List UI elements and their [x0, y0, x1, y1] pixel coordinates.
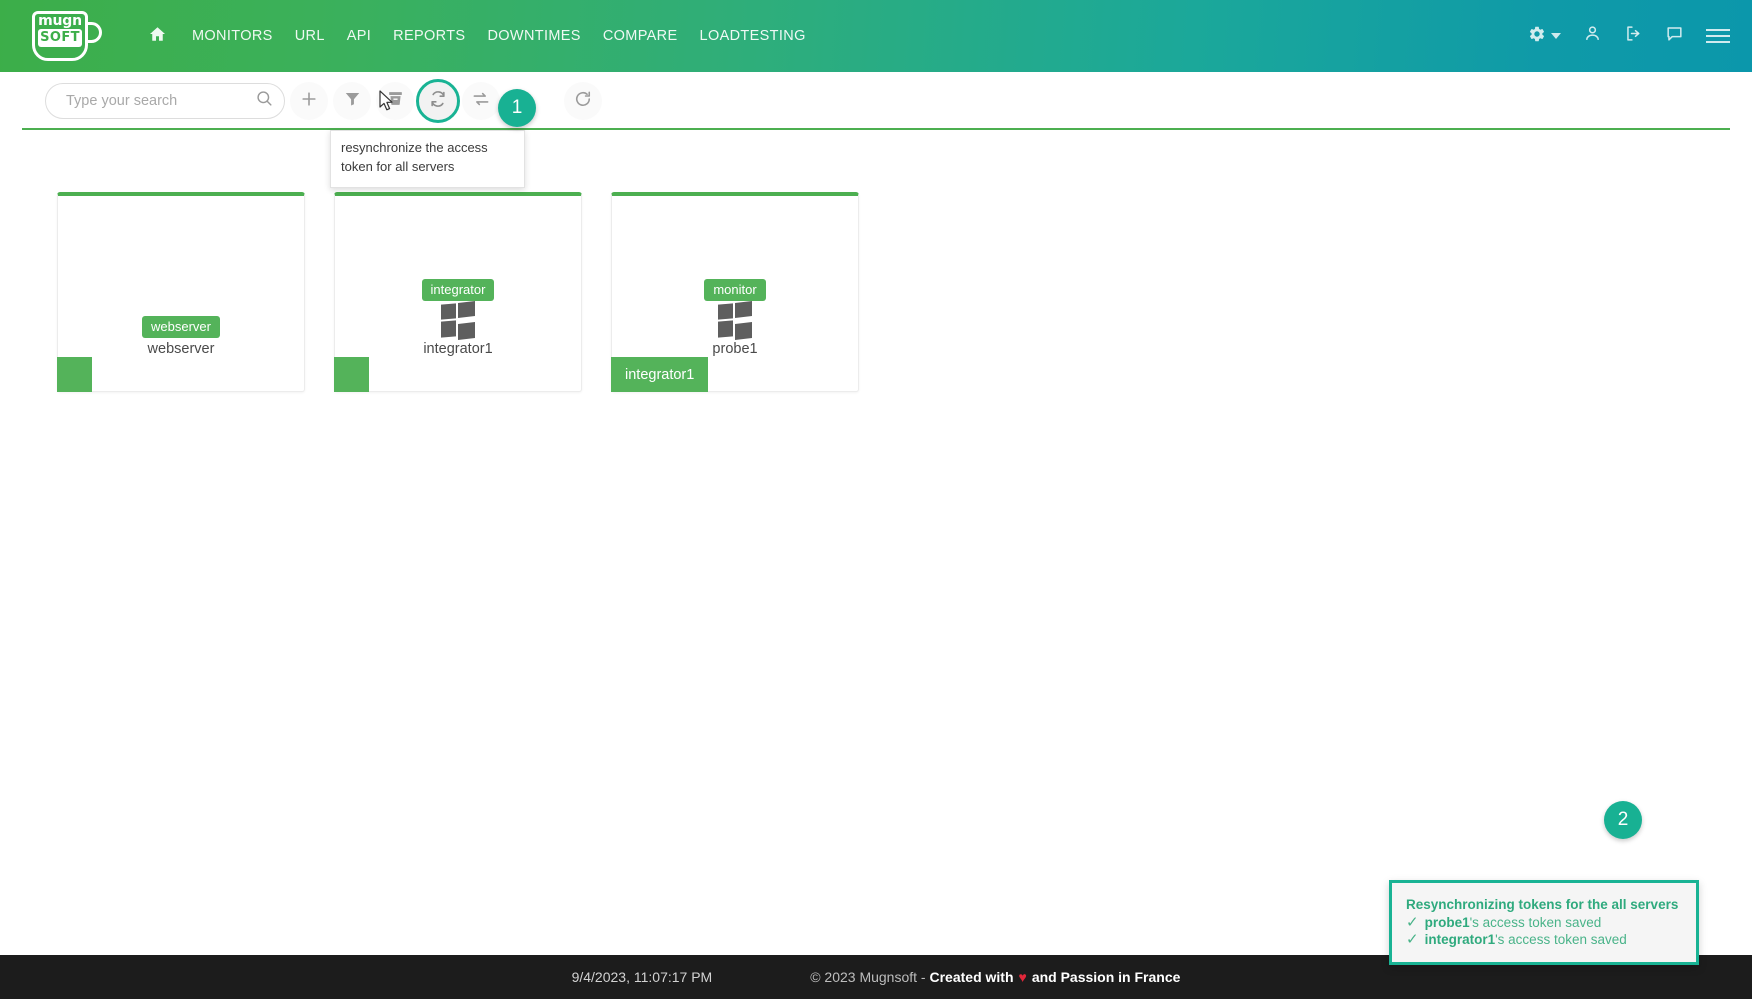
resync-token-icon: [428, 89, 448, 114]
server-cards-grid: webserver webserver integrator integrato…: [0, 150, 1752, 450]
main-navigation: MONITORS URL API REPORTS DOWNTIMES COMPA…: [138, 22, 817, 50]
app-header: mugn SOFT MONITORS URL API REPORTS DOWNT…: [0, 0, 1752, 72]
header-actions: [1528, 24, 1730, 48]
logout-icon: [1624, 24, 1643, 48]
nav-api[interactable]: API: [336, 22, 382, 50]
chat-icon: [1665, 24, 1684, 48]
nav-url[interactable]: URL: [284, 22, 336, 50]
chevron-down-icon: [1551, 33, 1561, 39]
windows-icon: [441, 300, 475, 341]
funnel-icon: [343, 89, 362, 113]
toolbar-divider: [22, 128, 1730, 130]
toolbar: [0, 72, 1752, 130]
card-content: integrator integrator1: [335, 196, 581, 391]
step-badge-2: 2: [1604, 801, 1642, 839]
search-input[interactable]: [64, 92, 255, 110]
toast-server-name: probe1: [1424, 915, 1470, 930]
server-card-webserver[interactable]: webserver webserver: [57, 192, 305, 392]
nav-monitors[interactable]: MONITORS: [181, 22, 284, 50]
nav-reports[interactable]: REPORTS: [382, 22, 476, 50]
nav-compare[interactable]: COMPARE: [592, 22, 689, 50]
step-badge-1: 1: [498, 89, 536, 127]
settings-dropdown-button[interactable]: [1528, 25, 1561, 48]
card-tag: webserver: [142, 316, 220, 338]
card-name: webserver: [147, 341, 215, 357]
footer-copyright-prefix: © 2023 Mugnsoft -: [810, 969, 930, 985]
hamburger-menu-button[interactable]: [1706, 29, 1730, 43]
hamburger-menu-icon: [1706, 29, 1730, 43]
card-tag: monitor: [704, 279, 766, 301]
footer-copyright: © 2023 Mugnsoft - Created with ♥ and Passi…: [810, 969, 1180, 985]
resync-tooltip: resynchronize the access token for all s…: [330, 130, 525, 188]
toast-notification[interactable]: Resynchronizing tokens for the all serve…: [1389, 880, 1699, 965]
footer-timestamp: 9/4/2023, 11:07:17 PM: [571, 969, 713, 985]
refresh-icon: [573, 89, 593, 114]
messages-button[interactable]: [1665, 24, 1684, 48]
logo-mug-handle: [85, 22, 102, 43]
refresh-button[interactable]: [564, 82, 602, 120]
toast-message: 's access token saved: [1495, 932, 1627, 947]
status-indicator: [57, 357, 92, 392]
sync-button[interactable]: [462, 82, 500, 120]
nav-downtimes[interactable]: DOWNTIMES: [476, 22, 591, 50]
home-icon: [148, 25, 167, 48]
search-icon[interactable]: [255, 89, 274, 113]
resync-tokens-button[interactable]: [416, 79, 460, 123]
footer-created-with: Created with: [929, 969, 1014, 985]
archive-icon: [386, 89, 405, 113]
user-icon: [1583, 24, 1602, 48]
filter-button[interactable]: [333, 82, 371, 120]
card-content: webserver webserver: [58, 196, 304, 391]
server-card-probe1[interactable]: monitor probe1 integrator1: [611, 192, 859, 392]
server-card-integrator1[interactable]: integrator integrator1: [334, 192, 582, 392]
check-icon: ✓: [1406, 931, 1419, 948]
logo-top-text: mugn: [38, 13, 82, 29]
toast-title: Resynchronizing tokens for the all serve…: [1406, 897, 1679, 912]
footer-created-suffix: and Passion in France: [1031, 969, 1181, 985]
gear-icon: [1528, 25, 1546, 48]
toast-message: 's access token saved: [1469, 915, 1602, 930]
nav-home-button[interactable]: [138, 25, 181, 48]
card-parent-label: integrator1: [611, 357, 709, 392]
archive-button[interactable]: [376, 82, 414, 120]
search-box[interactable]: [45, 83, 285, 119]
card-name: probe1: [712, 341, 758, 357]
card-tag: integrator: [421, 279, 495, 301]
logout-button[interactable]: [1624, 24, 1643, 48]
check-icon: ✓: [1406, 914, 1419, 931]
account-button[interactable]: [1583, 24, 1602, 48]
status-indicator: [334, 357, 369, 392]
card-name: integrator1: [423, 341, 493, 357]
toast-server-name: integrator1: [1424, 932, 1496, 947]
add-button[interactable]: [290, 82, 328, 120]
windows-icon: [718, 300, 752, 341]
sync-arrows-icon: [471, 89, 491, 114]
toast-line-probe1: ✓ probe1's access token saved: [1406, 915, 1682, 930]
heart-icon: ♥: [1018, 969, 1027, 985]
logo-bottom-text: SOFT: [38, 29, 82, 47]
toast-line-integrator1: ✓ integrator1's access token saved: [1406, 932, 1682, 947]
mugnsoft-logo[interactable]: mugn SOFT: [26, 6, 110, 66]
nav-loadtesting[interactable]: LOADTESTING: [689, 22, 817, 50]
plus-icon: [299, 89, 319, 114]
